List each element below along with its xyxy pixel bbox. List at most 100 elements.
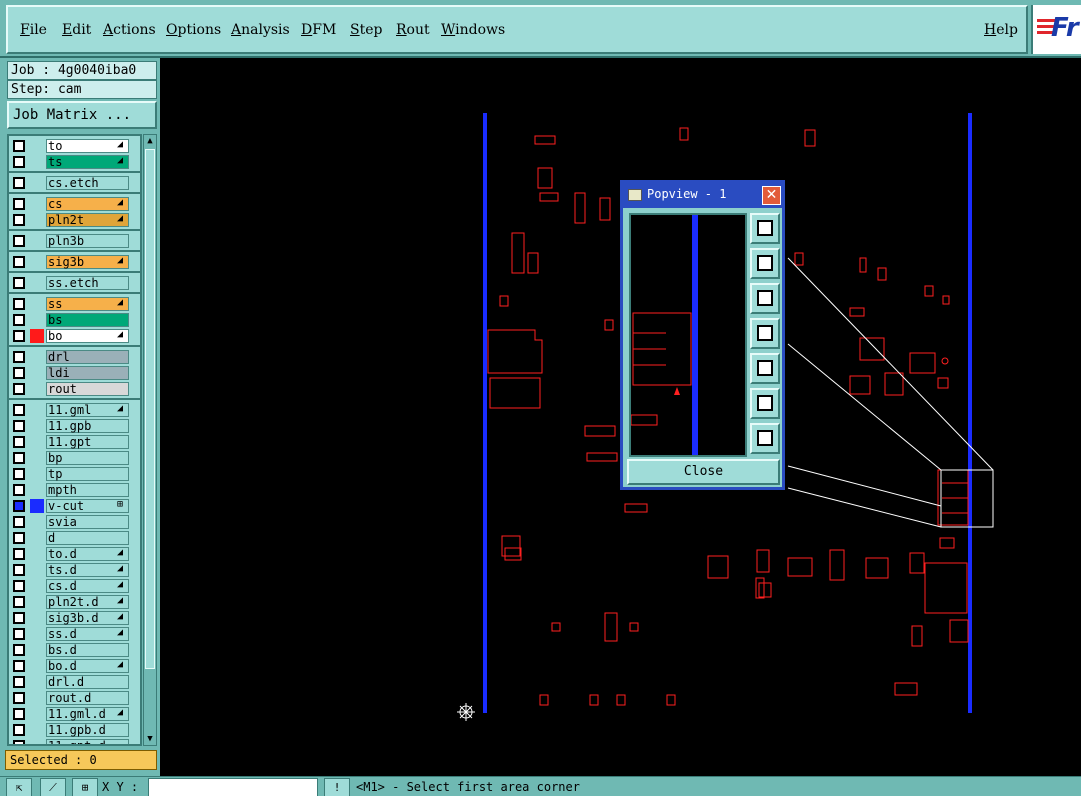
- popview-pan-right-button[interactable]: [750, 353, 780, 384]
- layer-checkbox[interactable]: [13, 452, 25, 464]
- popview-pan-left-button[interactable]: [750, 318, 780, 349]
- window-menu-icon[interactable]: [628, 189, 642, 201]
- layer-row[interactable]: pln3b: [9, 233, 140, 249]
- layer-row[interactable]: cs.d ◢: [9, 578, 140, 594]
- layer-name[interactable]: tp: [46, 467, 129, 481]
- layer-checkbox[interactable]: [13, 548, 25, 560]
- layer-checkbox[interactable]: [13, 383, 25, 395]
- layer-list-scrollbar[interactable]: ▲ ▼: [143, 134, 157, 746]
- layer-checkbox[interactable]: [13, 214, 25, 226]
- layer-row[interactable]: mpth: [9, 482, 140, 498]
- layer-row[interactable]: cs.etch: [9, 175, 140, 191]
- popview-zoom-out-button[interactable]: [750, 423, 780, 454]
- menu-edit[interactable]: Edit: [62, 22, 91, 38]
- layer-checkbox[interactable]: [13, 277, 25, 289]
- layer-checkbox[interactable]: [13, 177, 25, 189]
- layer-name[interactable]: svia: [46, 515, 129, 529]
- layer-row[interactable]: bs.d: [9, 642, 140, 658]
- layer-checkbox[interactable]: [13, 351, 25, 363]
- layer-checkbox[interactable]: [13, 314, 25, 326]
- layer-name[interactable]: drl: [46, 350, 129, 364]
- xy-input[interactable]: [148, 778, 318, 796]
- layer-row[interactable]: ldi: [9, 365, 140, 381]
- popview-titlebar[interactable]: Popview - 1 ✕: [623, 182, 782, 208]
- layer-row[interactable]: rout: [9, 381, 140, 397]
- layer-name[interactable]: 11.gpt: [46, 435, 129, 449]
- layer-row[interactable]: 11.gml.d ◢: [9, 706, 140, 722]
- layer-name[interactable]: ss.etch: [46, 276, 129, 290]
- menu-analysis[interactable]: Analysis: [231, 22, 290, 38]
- layer-row[interactable]: pln2t.d ◢: [9, 594, 140, 610]
- layer-row[interactable]: bo ◢: [9, 328, 140, 344]
- menu-dfm[interactable]: DFM: [301, 22, 336, 38]
- layer-list[interactable]: to ◢ ts ◢ cs.etch cs ◢ pln2t ◢ pln3b sig3b ◢ ss.etch…: [7, 134, 142, 746]
- layer-name[interactable]: rout.d: [46, 691, 129, 705]
- layer-checkbox[interactable]: [13, 198, 25, 210]
- layer-row[interactable]: tp: [9, 466, 140, 482]
- layer-row[interactable]: ss.etch: [9, 275, 140, 291]
- layer-row[interactable]: cs ◢: [9, 196, 140, 212]
- layer-row[interactable]: to ◢: [9, 138, 140, 154]
- menu-actions[interactable]: Actions: [103, 22, 156, 38]
- layer-checkbox[interactable]: [13, 596, 25, 608]
- layer-row[interactable]: v-cut ⊞: [9, 498, 140, 514]
- layer-row[interactable]: bs: [9, 312, 140, 328]
- menu-file[interactable]: File: [20, 22, 47, 38]
- layer-row[interactable]: bp: [9, 450, 140, 466]
- layer-checkbox[interactable]: [13, 692, 25, 704]
- layer-row[interactable]: 11.gpb.d: [9, 722, 140, 738]
- layer-row[interactable]: ts ◢: [9, 154, 140, 170]
- layer-name[interactable]: cs.etch: [46, 176, 129, 190]
- layer-checkbox[interactable]: [13, 256, 25, 268]
- layer-row[interactable]: ts.d ◢: [9, 562, 140, 578]
- layer-checkbox[interactable]: [13, 564, 25, 576]
- layer-checkbox[interactable]: [13, 628, 25, 640]
- layer-checkbox[interactable]: [13, 484, 25, 496]
- popview-window[interactable]: Popview - 1 ✕ Close: [620, 180, 785, 490]
- layer-row[interactable]: ss.d ◢: [9, 626, 140, 642]
- layer-checkbox[interactable]: [13, 724, 25, 736]
- menu-rout[interactable]: Rout: [396, 22, 430, 38]
- layer-row[interactable]: 11.gpt: [9, 434, 140, 450]
- layer-checkbox[interactable]: [13, 516, 25, 528]
- layer-checkbox[interactable]: [13, 644, 25, 656]
- layer-checkbox[interactable]: [13, 532, 25, 544]
- layer-row[interactable]: 11.gml ◢: [9, 402, 140, 418]
- layer-checkbox[interactable]: [13, 740, 25, 744]
- layer-checkbox[interactable]: [13, 140, 25, 152]
- menu-windows[interactable]: Windows: [441, 22, 505, 38]
- layer-row[interactable]: 11.gpt.d: [9, 738, 140, 744]
- popview-canvas[interactable]: [629, 213, 747, 457]
- layer-row[interactable]: sig3b ◢: [9, 254, 140, 270]
- layer-checkbox[interactable]: [13, 468, 25, 480]
- scroll-down-icon[interactable]: ▼: [145, 733, 155, 745]
- layer-name[interactable]: pln3b: [46, 234, 129, 248]
- layer-name[interactable]: 11.gpt.d: [46, 739, 129, 744]
- popview-pan-up-button[interactable]: [750, 248, 780, 279]
- layer-checkbox[interactable]: [13, 420, 25, 432]
- layer-checkbox[interactable]: [13, 612, 25, 624]
- layer-row[interactable]: rout.d: [9, 690, 140, 706]
- layer-color-swatch[interactable]: [30, 499, 44, 513]
- menu-help[interactable]: Help: [984, 22, 1018, 38]
- scroll-thumb[interactable]: [145, 149, 155, 669]
- layer-checkbox[interactable]: [13, 708, 25, 720]
- layer-row[interactable]: drl.d: [9, 674, 140, 690]
- layer-checkbox[interactable]: [13, 580, 25, 592]
- menu-step[interactable]: Step: [350, 22, 382, 38]
- layer-name[interactable]: bs: [46, 313, 129, 327]
- alert-button[interactable]: !: [324, 778, 350, 796]
- popview-close-button[interactable]: Close: [627, 459, 780, 485]
- layer-checkbox[interactable]: [13, 235, 25, 247]
- close-icon[interactable]: ✕: [762, 186, 781, 205]
- layer-name[interactable]: ldi: [46, 366, 129, 380]
- layer-row[interactable]: d: [9, 530, 140, 546]
- popview-zoom-fit-button[interactable]: [750, 213, 780, 244]
- layer-row[interactable]: bo.d ◢: [9, 658, 140, 674]
- layer-name[interactable]: 11.gpb: [46, 419, 129, 433]
- layer-row[interactable]: ss ◢: [9, 296, 140, 312]
- layer-row[interactable]: to.d ◢: [9, 546, 140, 562]
- layer-checkbox[interactable]: [13, 660, 25, 672]
- layer-checkbox[interactable]: [13, 676, 25, 688]
- layer-row[interactable]: pln2t ◢: [9, 212, 140, 228]
